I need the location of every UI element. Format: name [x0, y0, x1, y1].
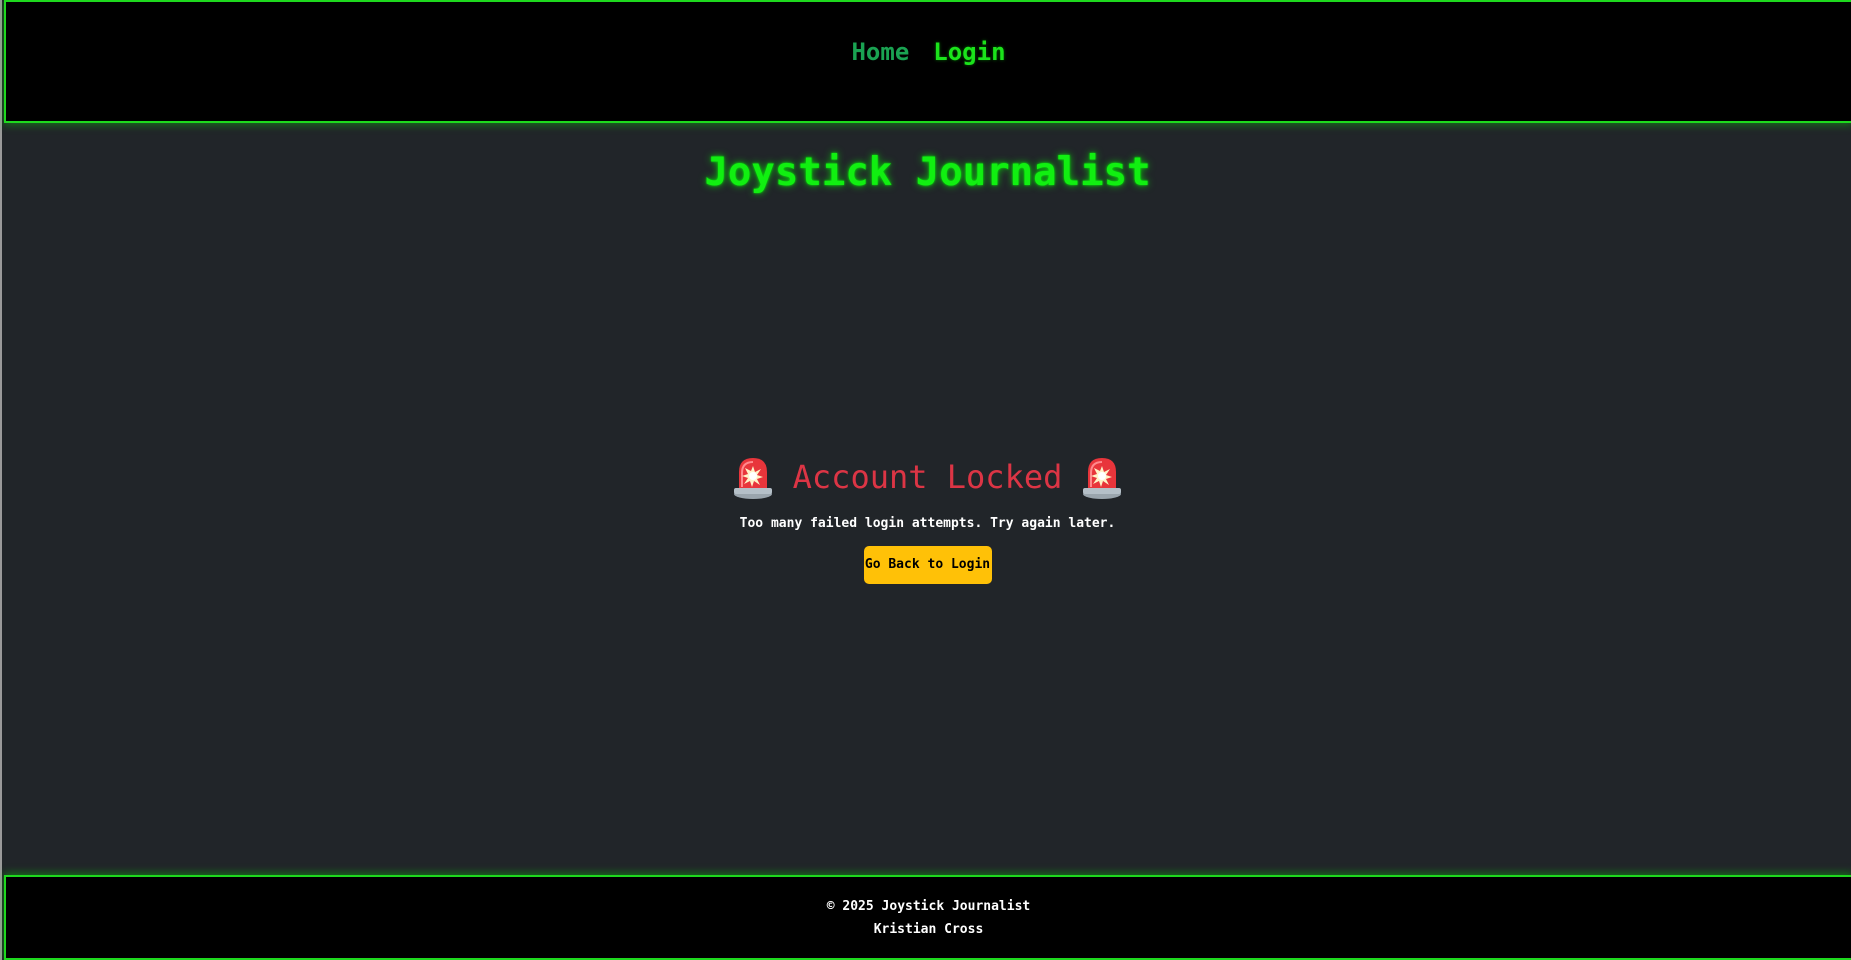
footer-copyright: © 2025 Joystick Journalist — [826, 899, 1031, 914]
nav-links: Home Login — [851, 38, 1005, 66]
account-locked-section: Account Locked Too many failed login att… — [2, 452, 1851, 584]
top-navbar: Home Login — [4, 0, 1851, 123]
footer: © 2025 Joystick Journalist Kristian Cros… — [4, 875, 1851, 960]
nav-login-link[interactable]: Login — [933, 38, 1005, 66]
site-title: Joystick Journalist — [704, 150, 1151, 195]
lock-heading: Account Locked — [733, 452, 1123, 502]
lock-message: Too many failed login attempts. Try agai… — [739, 516, 1116, 531]
lock-title: Account Locked — [792, 458, 1063, 496]
nav-home-link[interactable]: Home — [851, 38, 909, 66]
footer-author: Kristian Cross — [873, 922, 984, 937]
go-back-to-login-button[interactable]: Go Back to Login — [863, 546, 992, 584]
police-siren-icon — [1082, 454, 1122, 500]
police-siren-icon — [733, 454, 773, 500]
page-frame: Home Login Joystick Journalist Account L… — [0, 0, 1851, 960]
